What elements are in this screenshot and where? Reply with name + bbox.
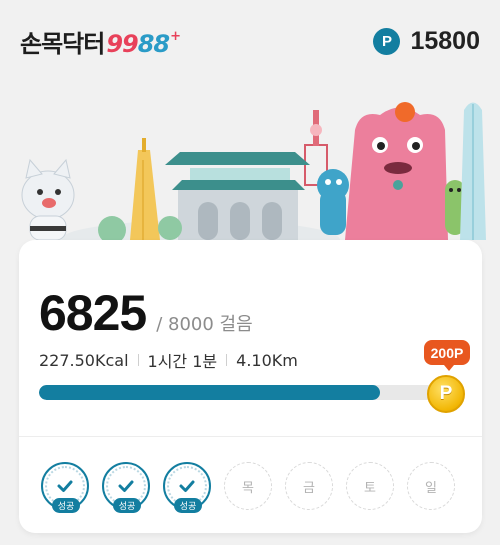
step-progress-bar (39, 385, 439, 400)
success-badge: 성공 (52, 498, 80, 513)
coin-icon: P (427, 375, 465, 413)
step-card[interactable]: 6825 / 8000 걸음 227.50Kcal 1시간 1분 4.10Km … (19, 240, 482, 533)
city-illustration (21, 102, 486, 250)
points-value: 15800 (410, 26, 480, 55)
day-circle: 일 (407, 462, 455, 510)
blue-dino-mascot (317, 169, 349, 235)
day-6[interactable]: 일 (407, 462, 457, 514)
tower-illustration (130, 138, 160, 240)
stat-divider (137, 354, 139, 366)
card-divider (19, 436, 482, 437)
step-progress-fill (39, 385, 381, 400)
pink-monster-mascot (345, 102, 448, 240)
success-badge: 성공 (113, 498, 141, 513)
success-badge: 성공 (174, 498, 202, 513)
stat-divider (226, 354, 228, 366)
app-logo[interactable]: 손목닥터 9988 + (20, 24, 181, 59)
check-icon (118, 480, 134, 492)
reward-button[interactable]: 200P P (422, 340, 474, 418)
day-label: 목 (242, 480, 254, 496)
points-balance[interactable]: P 15800 (373, 27, 480, 56)
day-circle: 금 (285, 462, 333, 510)
day-circle: 토 (346, 462, 394, 510)
distance-value: 4.10Km (236, 350, 298, 370)
logo-text: 손목닥터 (20, 29, 105, 58)
step-summary: 6825 / 8000 걸음 (39, 284, 253, 342)
step-count: 6825 (39, 285, 147, 341)
reward-points-tag: 200P (424, 340, 470, 371)
activity-stats: 227.50Kcal 1시간 1분 4.10Km (39, 348, 298, 372)
duration-value: 1시간 1분 (147, 352, 218, 371)
day-5[interactable]: 토 (346, 462, 396, 514)
weekly-progress: 성공 성공 성공 목 금 토 일 (41, 462, 461, 518)
logo-plus: + (170, 28, 181, 44)
day-circle: 목 (224, 462, 272, 510)
step-goal: / 8000 걸음 (156, 314, 253, 335)
logo-number: 9988 (106, 29, 170, 58)
day-3[interactable]: 목 (224, 462, 274, 514)
point-icon: P (373, 27, 401, 55)
day-2[interactable]: 성공 (163, 462, 213, 514)
app-header: 손목닥터 9988 + P 15800 (0, 0, 500, 82)
day-4[interactable]: 금 (285, 462, 335, 514)
gate-illustration (165, 152, 310, 240)
day-label: 일 (425, 480, 437, 496)
check-icon (57, 480, 73, 492)
skyscraper-illustration (460, 102, 486, 240)
check-icon (179, 480, 195, 492)
cat-mascot (21, 158, 75, 241)
day-0[interactable]: 성공 (41, 462, 91, 514)
day-label: 금 (303, 480, 315, 496)
calories-value: 227.50Kcal (39, 350, 129, 370)
day-label: 토 (364, 480, 376, 496)
day-1[interactable]: 성공 (102, 462, 152, 514)
